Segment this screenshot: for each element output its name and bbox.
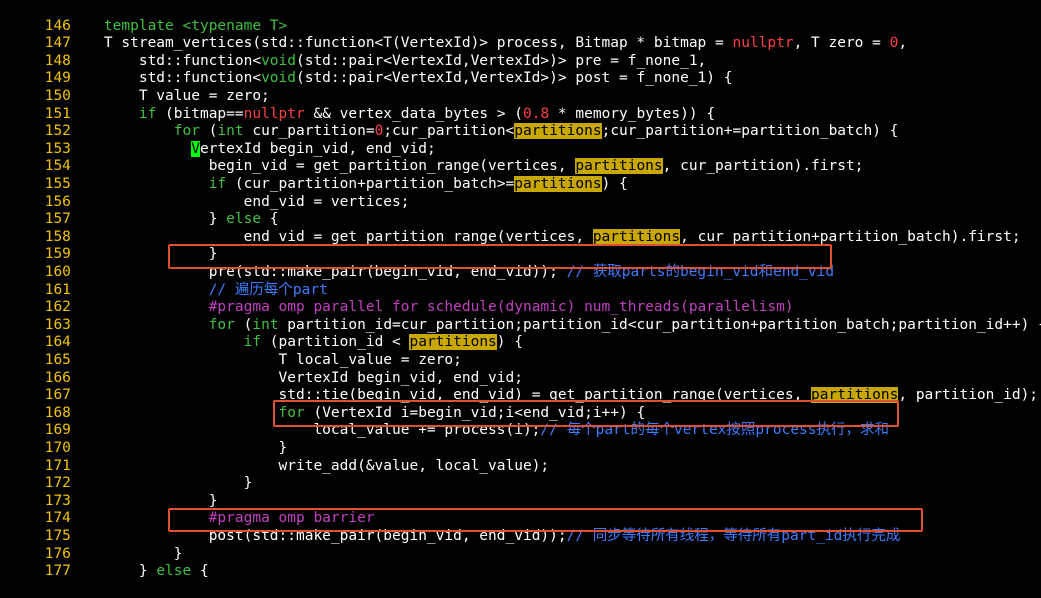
code-line: 156 end_vid = vertices; [0, 176, 410, 210]
code-line: 155 if (cur_partition+partition_batch>=p… [0, 158, 628, 192]
code-line: 166 VertexId begin_vid, end_vid; [0, 352, 523, 386]
code-line: 150 T value = zero; [0, 70, 270, 104]
code-line: 162 #pragma omp parallel for schedule(dy… [0, 282, 794, 315]
code-line: 177 } else { [0, 546, 209, 579]
code-line: 146 template <typename T> [0, 0, 288, 34]
code-line: 147 T stream_vertices(std::function<T(Ver… [0, 18, 907, 51]
code-line: 153 VertexId begin_vid, end_vid; [0, 123, 436, 157]
annotation-box-pre [168, 244, 832, 269]
code-line: 154 begin_vid = get_partition_range(vert… [0, 141, 863, 175]
code-line: 170 } [0, 422, 288, 456]
code-line: 152 for (int cur_partition=0;cur_partiti… [0, 106, 898, 140]
search-match: partitions [514, 123, 602, 140]
code-line: 171 write_add(&value, local_value); [0, 440, 549, 474]
code-line: 158 end_vid = get_partition_range(vertic… [0, 211, 1021, 245]
code-line: 151 if (bitmap==nullptr && vertex_data_b… [0, 88, 715, 122]
annotation-box-post [168, 508, 923, 532]
code-line: 176 } [0, 528, 183, 562]
code-line: 157 } else { [0, 194, 279, 227]
code-line: 163 for (int partition_id=cur_partition;… [0, 299, 1041, 333]
annotation-box-local-value [273, 400, 899, 427]
line-number: 177 [44, 563, 71, 580]
code-line: 148 std::function<void(std::pair<VertexI… [0, 35, 707, 69]
code-line: 173 } [0, 475, 218, 509]
code-line: 149 std::function<void(std::pair<VertexI… [0, 53, 733, 86]
code-line: 172 } [0, 458, 253, 491]
code-line: 164 if (partition_id < partitions) { [0, 317, 523, 351]
code-line: 167 std::tie(begin_vid, end_vid) = get_p… [0, 370, 1038, 404]
code-editor[interactable]: 146 template <typename T> 147 T stream_ver… [0, 0, 1041, 579]
code-line: 165 T local_value = zero; [0, 334, 462, 368]
search-match: partitions [592, 228, 681, 245]
search-match: partitions [514, 175, 602, 192]
